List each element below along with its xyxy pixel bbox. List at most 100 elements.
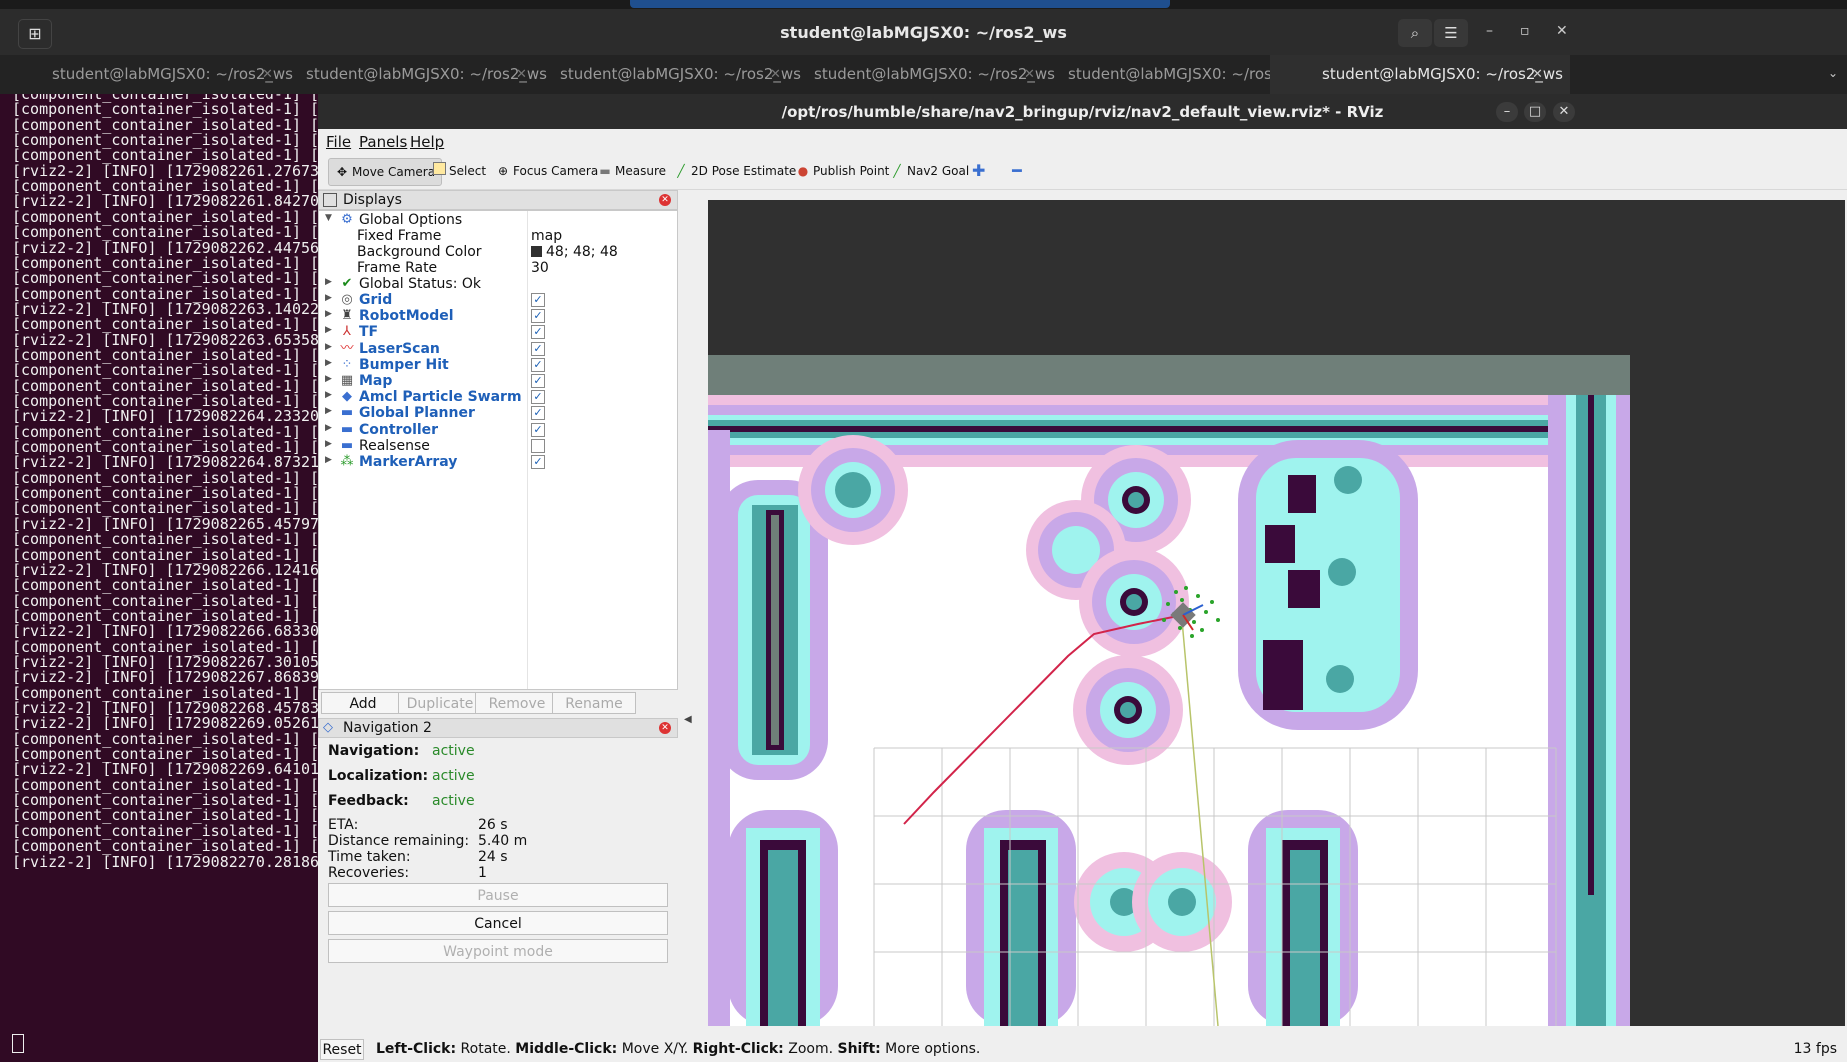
nav2-goal-icon: ╱ [893,164,901,178]
occupied-zone [1290,850,1320,1026]
navigation-panel: Navigation: active Localization: active … [318,741,678,1062]
chevron-down-icon[interactable]: ⌄ [1828,66,1838,80]
collapsed-arrow-icon[interactable]: ▶ [325,455,332,465]
occupied-zone [1326,665,1354,693]
close-tab-icon[interactable]: ✕ [1532,55,1543,94]
feedback-status: active [432,793,475,809]
enable-checkbox[interactable]: ✓ [531,309,545,324]
rviz-titlebar: /opt/ros/humble/share/nav2_bringup/rviz/… [318,94,1847,129]
enable-checkbox[interactable]: ✓ [531,341,545,356]
folder-icon: ▬ [340,405,354,421]
reset-button[interactable]: Reset [320,1039,364,1060]
panel-splitter[interactable]: ◀ [680,210,698,1060]
inflation-zone [708,430,730,1026]
measure-icon: ▬ [599,164,611,178]
nav2-goal-button[interactable]: ╱ Nav2 Goal [890,158,969,184]
rename-display-button[interactable]: Rename [552,692,636,714]
terminal-tab-active[interactable]: student@labMGJSX0: ~/ros2_ws ✕ [1270,55,1570,94]
feedback-label: Feedback: [328,793,409,809]
occupied-zone [1263,640,1303,710]
collapsed-arrow-icon[interactable]: ▶ [325,325,332,335]
displays-buttons: Add Duplicate Remove Rename [318,688,678,716]
occupied-zone [1128,492,1144,508]
tool-bar: ✥ Move Camera Select ⊕ Focus Camera ▬ Measu… [318,153,1847,190]
enable-checkbox[interactable]: ✓ [531,455,545,469]
diamond-icon: ◇ [323,720,333,735]
minimize-icon[interactable]: – [1486,23,1493,39]
collapsed-arrow-icon[interactable]: ▶ [325,309,332,319]
focus-camera-icon: ⊕ [497,164,509,178]
maximize-icon[interactable]: ▫ [1520,23,1530,39]
occupied-zone [1120,702,1136,718]
pose-estimate-icon: ╱ [677,164,685,178]
menu-bar: File Panels Help [318,129,1847,153]
fixed-frame-value[interactable]: map [531,228,562,244]
desktop-top-bar [0,0,1847,9]
collapsed-arrow-icon[interactable]: ▶ [325,439,332,449]
publish-point-button[interactable]: ● Publish Point [796,158,890,184]
terminal-titlebar: ⊞ student@labMGJSX0: ~/ros2_ws ⌕ ☰ – ▫ ✕ [0,9,1847,55]
collapsed-arrow-icon[interactable]: ▶ [325,406,332,416]
expanded-arrow-icon[interactable]: ▼ [325,213,332,223]
enable-checkbox[interactable]: ✓ [531,422,545,437]
display-item-markerarray[interactable]: ▶ ⁂ MarkerArray ✓ [319,453,677,472]
time-label: Time taken: [328,849,411,865]
check-icon: ✔ [341,276,353,291]
pose-estimate-button[interactable]: ╱ 2D Pose Estimate [674,158,796,184]
enable-checkbox[interactable]: ✓ [531,374,545,388]
map-canvas[interactable] [708,200,1845,1026]
rviz-window-title: /opt/ros/humble/share/nav2_bringup/rviz/… [781,103,1384,121]
collapsed-arrow-icon[interactable]: ▶ [325,423,332,433]
enable-checkbox[interactable]: ✓ [531,390,545,405]
add-tool-icon[interactable]: ✚ [972,158,985,184]
select-icon [433,162,446,175]
background-color-value[interactable]: 48; 48; 48 [531,244,618,260]
collapsed-arrow-icon[interactable]: ▶ [325,374,332,384]
collapsed-arrow-icon[interactable]: ▶ [325,277,332,287]
search-icon[interactable]: ⌕ [1398,19,1432,47]
displays-panel-title: Displays [343,192,402,208]
close-panel-icon[interactable]: ✕ [659,722,671,734]
navigation-panel-title: Navigation 2 [343,720,432,736]
add-display-button[interactable]: Add [321,692,405,714]
minimize-icon[interactable]: – [1496,102,1518,122]
cancel-button[interactable]: Cancel [328,911,668,935]
frame-rate-value[interactable]: 30 [531,260,549,276]
collapsed-arrow-icon[interactable]: ▶ [325,358,332,368]
rviz-window: /opt/ros/humble/share/nav2_bringup/rviz/… [318,94,1847,1062]
close-icon[interactable]: ✕ [1556,23,1568,39]
collapsed-arrow-icon[interactable]: ▶ [325,342,332,352]
measure-button[interactable]: ▬ Measure [598,158,666,184]
move-camera-button[interactable]: ✥ Move Camera [328,158,443,186]
menu-help[interactable]: Help [410,133,444,151]
enable-checkbox[interactable]: ✓ [531,293,545,307]
maximize-icon[interactable]: □ [1524,102,1546,122]
enable-checkbox[interactable]: ✓ [531,357,545,372]
collapsed-arrow-icon[interactable]: ▶ [325,390,332,400]
select-button[interactable]: Select [433,158,486,184]
map-icon: ▦ [340,373,354,388]
focus-camera-button[interactable]: ⊕ Focus Camera [496,158,598,184]
wall [771,515,779,745]
menu-file[interactable]: File [326,133,351,151]
status-hint: Left-Click: Rotate. Middle-Click: Move X… [376,1041,981,1057]
close-panel-icon[interactable]: ✕ [659,194,671,206]
menu-icon[interactable]: ☰ [1434,19,1468,47]
terminal-output[interactable]: [component_container_isolated-1] [[compo… [0,94,320,1062]
enable-checkbox[interactable]: ✓ [531,406,545,421]
enable-checkbox[interactable]: ✓ [531,325,545,340]
collapsed-arrow-icon[interactable]: ▶ [325,293,332,303]
occupied-zone [1288,475,1316,513]
duplicate-display-button[interactable]: Duplicate [398,692,482,714]
terminal-tab-bar: student@labMGJSX0: ~/ros2_ws ✕ student@la… [0,55,1847,94]
display-item-label: Map [359,373,393,389]
close-icon[interactable]: ✕ [1553,102,1575,122]
remove-display-button[interactable]: Remove [475,692,559,714]
pause-button[interactable]: Pause [328,883,668,907]
menu-panels[interactable]: Panels [359,133,407,151]
waypoint-mode-button[interactable]: Waypoint mode [328,939,668,963]
collapse-arrow-icon[interactable]: ◀ [684,714,692,725]
enable-checkbox[interactable] [531,438,545,453]
remove-tool-icon[interactable]: ━ [1012,158,1022,184]
3d-viewport[interactable] [708,200,1845,1026]
